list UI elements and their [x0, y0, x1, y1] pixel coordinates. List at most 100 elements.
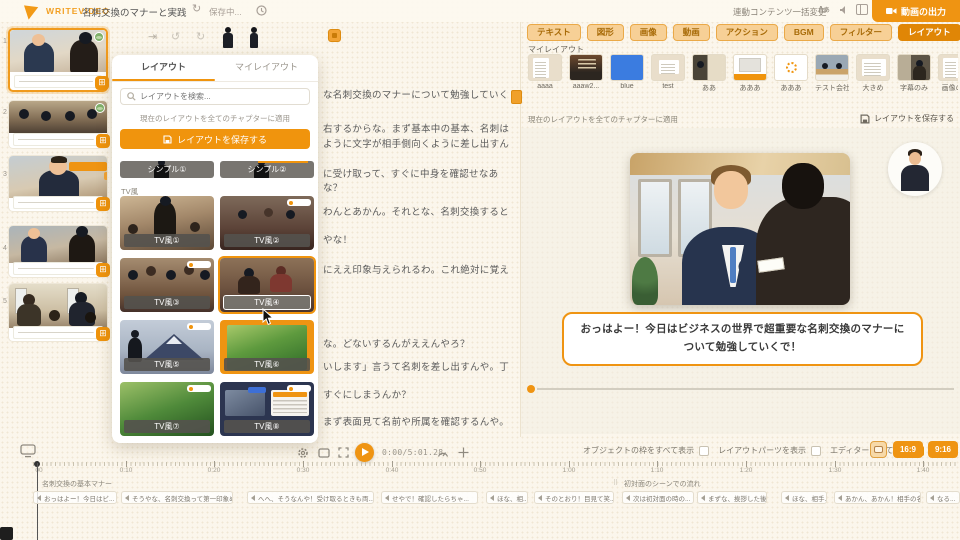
my-layout-item[interactable]: 画像の... — [938, 54, 958, 93]
layout-search-box[interactable] — [120, 88, 310, 105]
playback-speed-icon[interactable] — [437, 448, 449, 458]
scene-caption[interactable] — [13, 196, 103, 209]
script-line[interactable]: 右するからな。まず基本中の基本、名刺は — [323, 121, 521, 135]
my-layout-item[interactable]: aaaw2... — [569, 54, 603, 93]
layout-option-tv-1[interactable]: TV風① — [120, 196, 214, 250]
timeline-clip-10[interactable]: あかん、あかん！相手の名... — [834, 491, 921, 504]
settings-gear-icon[interactable] — [297, 447, 309, 459]
script-line[interactable]: いします」言うて名刺を差し出すんや。丁 — [323, 359, 521, 373]
scene-layout-button[interactable]: ⊞ — [95, 76, 109, 90]
tab-my-layouts[interactable]: マイレイアウト — [215, 55, 318, 80]
apply-all-chapters-link-right[interactable]: 現在のレイアウトを全てのチャプターに適用 — [528, 114, 678, 125]
my-layout-item[interactable]: test — [651, 54, 685, 93]
ratio-16-9-button[interactable]: 16:9 — [893, 441, 923, 458]
timeline-clip-1[interactable]: おっはよー！今日はビ... — [33, 491, 117, 504]
scene-caption[interactable] — [14, 75, 102, 88]
layout-option-tv-3[interactable]: TV風③ — [120, 258, 214, 312]
scene-layout-button[interactable]: ⊞ — [96, 327, 110, 341]
script-line[interactable]: まず表面見て名前や所属を確認するんや。 — [323, 414, 521, 428]
scene-item-2[interactable]: ⊞ — [8, 100, 108, 149]
history-clock-icon[interactable] — [256, 5, 267, 16]
script-line[interactable]: ように文字が相手側向くように差し出すん — [323, 136, 521, 150]
subtitle-bubble[interactable]: おっはよー！今日はビジネスの世界で超重要な名刺交換のマナーについて勉強していくで… — [562, 312, 923, 366]
layout-option-tv-8[interactable]: TV風⑧ — [220, 382, 314, 436]
script-line[interactable]: すぐにしまうんか？ — [323, 387, 521, 401]
character-2-button[interactable] — [248, 27, 260, 48]
tab-images[interactable]: 画像 — [630, 24, 667, 41]
script-line[interactable]: にええ印象与えられるわ。これ絶対に覚え — [323, 262, 521, 276]
tab-shapes[interactable]: 図形 — [587, 24, 624, 41]
my-layout-item[interactable]: aaaa — [528, 54, 562, 93]
tab-video[interactable]: 動画 — [673, 24, 710, 41]
chapter-title-1[interactable]: 名刺交換の基本マナー — [42, 479, 112, 489]
scene-language-icon[interactable] — [95, 103, 105, 113]
bulk-content-change-label[interactable]: 連動コンテンツ一括変更 — [733, 6, 827, 18]
layout-option-tv-4-selected[interactable]: TV風④ — [220, 258, 314, 312]
layout-option-simple-1[interactable]: シンプル① — [120, 161, 214, 178]
scene-caption[interactable] — [13, 262, 103, 275]
scene-layout-button[interactable]: ⊞ — [96, 197, 110, 211]
tab-layout-active[interactable]: レイアウト — [898, 24, 960, 41]
selected-element-indicator-icon[interactable] — [328, 29, 341, 42]
show-object-frames-checkbox[interactable] — [699, 446, 709, 456]
panel-collapse-handle[interactable] — [511, 90, 522, 104]
apply-all-chapters-link[interactable]: 現在のレイアウトを全てのチャプターに適用 — [112, 113, 318, 124]
chapter-title-2[interactable]: 初対面のシーンでの流れ — [624, 479, 701, 489]
tab-text[interactable]: テキスト — [527, 24, 581, 41]
scene-layout-button[interactable]: ⊞ — [96, 263, 110, 277]
panel-layout-icon[interactable] — [856, 4, 868, 15]
audio-icon[interactable] — [839, 5, 849, 15]
timeline-clip-3[interactable]: へへ、そうなんや！受け取るときも両... — [247, 491, 374, 504]
layout-option-tv-2[interactable]: TV風② — [220, 196, 314, 250]
timeline-clip-6[interactable]: そのとおり！目見て笑... — [534, 491, 614, 504]
preview-progress-handle[interactable] — [527, 385, 535, 393]
undo-icon[interactable]: ↺ — [171, 30, 180, 43]
my-layout-item[interactable]: 大きめ — [856, 54, 890, 93]
script-line[interactable]: わんとあかん。それとな、名刺交換すると — [323, 204, 521, 218]
show-layout-parts-checkbox[interactable] — [811, 446, 821, 456]
save-layout-link[interactable]: レイアウトを保存する — [860, 113, 954, 124]
timeline-ruler[interactable] — [33, 462, 958, 466]
chapter-drag-handle[interactable]: ⠿ — [613, 479, 618, 487]
fullscreen-icon[interactable] — [338, 447, 349, 458]
layout-parts-icon-button[interactable] — [870, 441, 887, 458]
scene-caption[interactable] — [13, 133, 103, 146]
presenter-avatar[interactable] — [888, 142, 942, 196]
timeline-clip-2[interactable]: そうやな、名刺交換って第一印象め... — [121, 491, 233, 504]
layout-search-input[interactable] — [140, 92, 290, 101]
scene-item-1[interactable]: ⊞ — [8, 28, 108, 92]
play-button[interactable] — [355, 443, 374, 462]
translate-icon[interactable]: Aあ — [818, 5, 830, 14]
timeline-clip-11[interactable]: なる... — [926, 491, 960, 504]
save-layout-button[interactable]: レイアウトを保存する — [120, 129, 310, 149]
scene-item-4[interactable]: ⊞ — [8, 225, 108, 278]
project-title[interactable]: 名刺交換のマナーと実践 — [82, 5, 187, 19]
preview-video-frame[interactable] — [630, 153, 850, 305]
my-layout-item[interactable]: あああ — [733, 54, 767, 93]
preview-progress-track[interactable] — [537, 388, 954, 390]
tab-layouts[interactable]: レイアウト — [112, 55, 215, 80]
export-video-button[interactable]: 動画の出力 — [872, 0, 960, 22]
script-line[interactable]: な？ — [323, 180, 521, 194]
pan-tool-icon[interactable] — [458, 447, 469, 458]
tab-filters[interactable]: フィルター — [830, 24, 892, 41]
preview-monitor-icon[interactable] — [318, 448, 330, 458]
timeline-clip-9[interactable]: ほな、相手... — [781, 491, 827, 504]
scene-layout-button[interactable]: ⊞ — [96, 134, 110, 148]
layout-option-simple-2[interactable]: シンプル② — [220, 161, 314, 178]
redo-icon[interactable]: ↻ — [196, 30, 205, 43]
script-line[interactable]: に受け取って、すぐに中身を確認せなあ — [323, 166, 521, 180]
jump-icon[interactable]: ⇥ — [148, 30, 157, 43]
layout-option-tv-5[interactable]: TV風⑤ — [120, 320, 214, 374]
my-layout-item[interactable]: あああ — [774, 54, 808, 93]
my-layout-item[interactable]: ああ — [692, 54, 726, 93]
refresh-icon[interactable]: ↻ — [192, 4, 201, 15]
tab-actions[interactable]: アクション — [716, 24, 778, 41]
layout-option-tv-6[interactable]: TV風⑥ — [220, 320, 314, 374]
script-line[interactable]: やな！ — [323, 232, 521, 246]
scene-item-5[interactable]: ⊞ — [8, 283, 108, 342]
timeline-clip-7[interactable]: 次は初対面の時の... — [622, 491, 694, 504]
my-layout-item[interactable]: blue — [610, 54, 644, 93]
character-1-button[interactable] — [222, 27, 234, 48]
tab-bgm[interactable]: BGM — [784, 24, 824, 41]
